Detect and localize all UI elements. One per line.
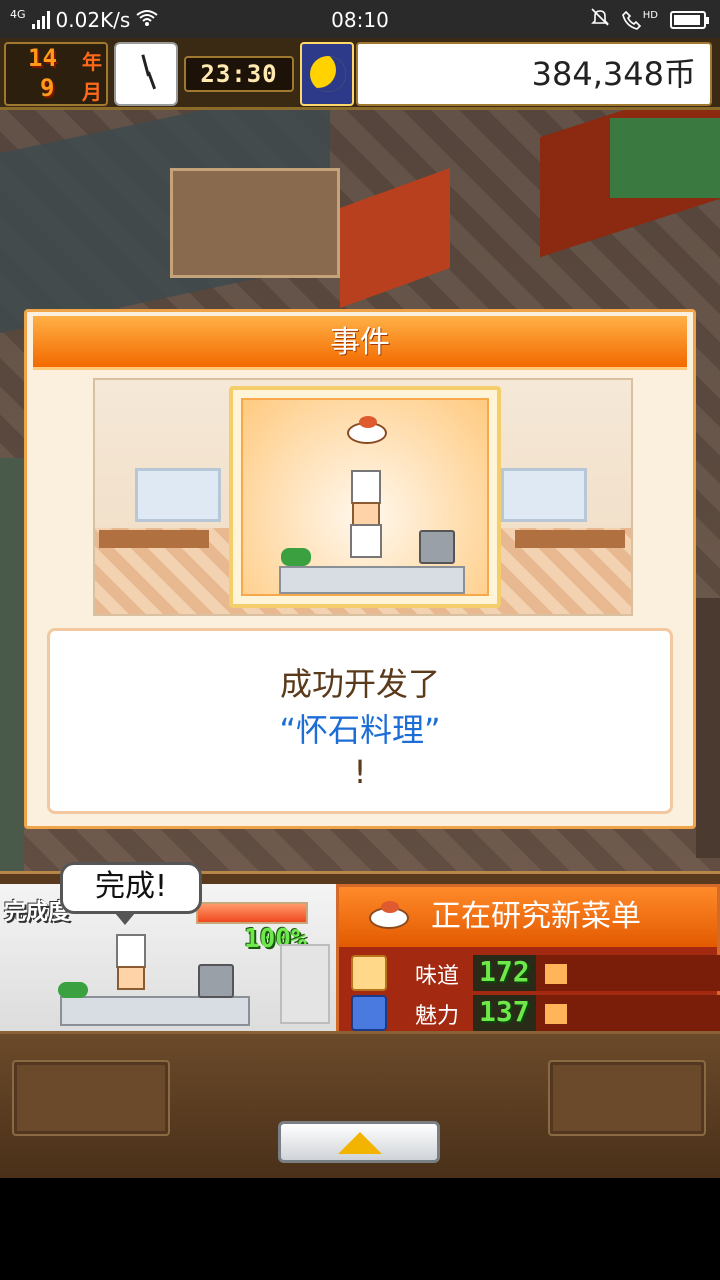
event-line3: ! (353, 753, 367, 791)
right-menu-button[interactable] (548, 1060, 706, 1136)
research-dish-icon (369, 901, 409, 929)
stat-name: 味道 (415, 964, 460, 989)
left-menu-button[interactable] (12, 1060, 170, 1136)
speech-bubble: 完成! (60, 862, 202, 925)
chef-hat-small (116, 934, 146, 968)
event-title: 事件 (33, 316, 687, 370)
table-left (99, 530, 209, 548)
hd-label: HD (642, 9, 658, 21)
pot-icon (419, 530, 455, 564)
year-value: 14 (28, 44, 57, 72)
month-value: 9 (40, 74, 55, 102)
progress-bar (196, 902, 308, 924)
window-left (135, 468, 221, 522)
date-panel: 14 年 9 月 (4, 42, 108, 106)
stat-name: 魅力 (415, 1004, 460, 1029)
background-wall-right (696, 598, 720, 858)
vegetables-icon (281, 548, 311, 566)
moon-icon (300, 42, 354, 106)
event-dish-name: “怀石料理” (279, 711, 441, 749)
chef-body (350, 524, 382, 558)
stat-marker (545, 964, 567, 984)
chef-face-small (117, 966, 145, 990)
charm-icon (351, 995, 387, 1031)
event-line1: 成功开发了 (279, 665, 440, 703)
stat-value: 137 (473, 995, 536, 1031)
stat-row-taste: 味道 172 (351, 955, 720, 991)
game-world[interactable]: 14 年 9 月 23:30 384,348币 事件 成功开发了 “怀石料理” … (0, 38, 720, 1178)
event-illustration (93, 378, 633, 616)
menu-bar (0, 1031, 720, 1178)
background-wall-left (0, 458, 24, 878)
stat-marker (545, 1004, 567, 1024)
stat-row-charm: 魅力 137 (351, 995, 720, 1031)
dish-icon (347, 416, 387, 444)
stat-value: 172 (473, 955, 536, 991)
event-message: 成功开发了 “怀石料理” ! (47, 628, 673, 814)
chevron-up-icon (338, 1132, 382, 1154)
money-display: 384,348币 (356, 42, 712, 106)
game-screen: { "status_bar": { "network": "4G", "spee… (0, 0, 720, 1280)
year-unit: 年 (82, 50, 102, 74)
chef-face (352, 502, 380, 526)
kitchen-counter (279, 566, 465, 594)
event-dialog[interactable]: 事件 成功开发了 “怀石料理” ! (24, 309, 696, 829)
month-unit: 月 (82, 80, 102, 104)
table-right (515, 530, 625, 548)
status-right: HD (590, 7, 709, 32)
chef-frame (229, 386, 501, 608)
call-hd-icon: HD (621, 9, 658, 30)
top-hud: 14 年 9 月 23:30 384,348币 (0, 38, 720, 110)
chef-hat (351, 470, 381, 504)
fridge (280, 944, 330, 1024)
pot-icon-small (198, 964, 234, 998)
background-chair (340, 167, 450, 309)
research-panel[interactable]: 正在研究新菜单 味道 172 魅力 137 (336, 884, 720, 1034)
game-time: 23:30 (184, 56, 294, 92)
background-counter (610, 118, 720, 198)
clock-icon (114, 42, 178, 106)
status-bar: 4G 0.02K/s 08:10 HD (0, 0, 720, 38)
taste-icon (351, 955, 387, 991)
window-right (501, 468, 587, 522)
system-nav-area (0, 1178, 720, 1280)
kitchen-counter-small (60, 996, 250, 1026)
battery-icon (670, 10, 709, 29)
vegetables-icon-small (58, 982, 88, 998)
mute-bell-icon (590, 7, 610, 32)
background-partition (170, 168, 340, 278)
expand-menu-button[interactable] (278, 1121, 440, 1163)
